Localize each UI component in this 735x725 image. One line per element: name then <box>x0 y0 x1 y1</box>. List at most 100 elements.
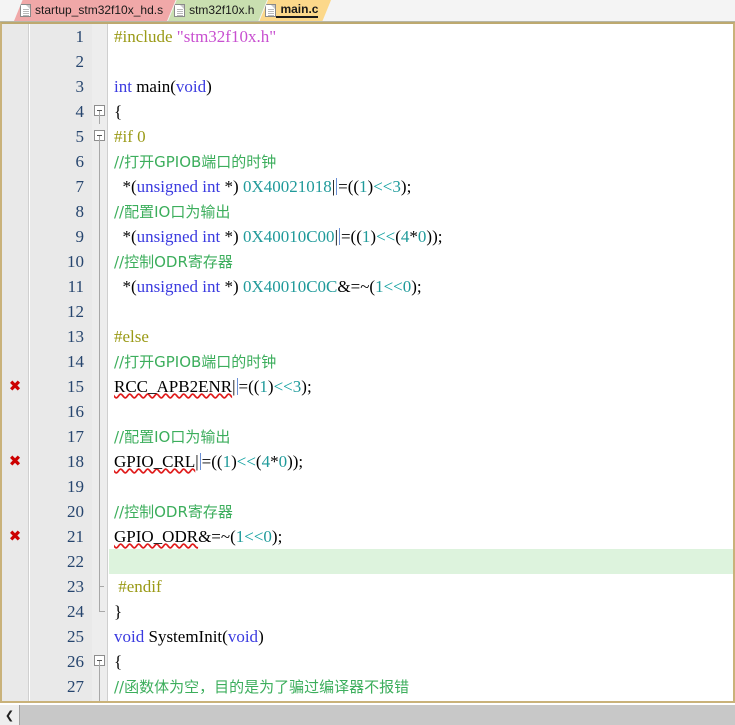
gutter-slot[interactable] <box>2 324 28 349</box>
gutter-slot[interactable] <box>2 699 28 701</box>
fold-slot[interactable] <box>92 474 107 499</box>
fold-slot[interactable] <box>92 299 107 324</box>
fold-line <box>99 324 100 349</box>
code-line[interactable]: } <box>109 599 733 624</box>
gutter-slot[interactable] <box>2 174 28 199</box>
editor-tab-label: startup_stm32f10x_hd.s <box>35 3 164 17</box>
gutter-slot[interactable] <box>2 399 28 424</box>
code-text-area[interactable]: #include "stm32f10x.h" int main(void) {#if… <box>109 24 733 701</box>
fold-slot[interactable] <box>92 199 107 224</box>
fold-slot[interactable] <box>92 174 107 199</box>
gutter-slot[interactable] <box>2 274 28 299</box>
gutter-slot[interactable] <box>2 649 28 674</box>
code-line[interactable]: #include "stm32f10x.h" <box>109 24 733 49</box>
gutter-slot[interactable] <box>2 424 28 449</box>
code-line[interactable]: *(unsigned int *) 0X40021018| =((1)<<3); <box>109 174 733 199</box>
fold-slot[interactable] <box>92 649 107 674</box>
code-line[interactable]: //配置IO口为输出 <box>109 424 733 449</box>
error-marker-gutter[interactable]: ✖ ✖ ✖ <box>2 24 29 701</box>
editor-tab-label: main.c <box>276 2 318 18</box>
code-line[interactable] <box>109 474 733 499</box>
fold-slot[interactable] <box>92 399 107 424</box>
code-line[interactable]: { <box>109 649 733 674</box>
code-line[interactable]: int main(void) <box>109 74 733 99</box>
scrollbar-track[interactable] <box>20 705 735 725</box>
code-line[interactable]: //打开GPIOB端口的时钟 <box>109 349 733 374</box>
horizontal-scrollbar[interactable]: ❮ <box>0 704 735 725</box>
fold-slot[interactable] <box>92 624 107 649</box>
fold-slot[interactable] <box>92 699 107 701</box>
code-line[interactable]: //配置IO口为输出 <box>109 199 733 224</box>
fold-slot[interactable] <box>92 124 107 149</box>
editor-tab-main-c[interactable]: main.c <box>259 0 331 21</box>
gutter-slot[interactable] <box>2 624 28 649</box>
code-line[interactable]: #else <box>109 324 733 349</box>
gutter-slot[interactable] <box>2 49 28 74</box>
gutter-slot[interactable] <box>2 349 28 374</box>
code-line[interactable]: RCC_APB2ENR| =((1)<<3); <box>109 374 733 399</box>
code-line[interactable]: GPIO_CRL| =((1)<<(4*0)); <box>109 449 733 474</box>
fold-slot[interactable] <box>92 674 107 699</box>
fold-slot[interactable] <box>92 549 107 574</box>
gutter-slot[interactable] <box>2 224 28 249</box>
code-token: ); <box>411 277 422 296</box>
error-marker-icon[interactable]: ✖ <box>2 524 28 549</box>
gutter-slot[interactable] <box>2 474 28 499</box>
gutter-slot[interactable] <box>2 499 28 524</box>
gutter-slot[interactable] <box>2 599 28 624</box>
gutter-slot[interactable] <box>2 199 28 224</box>
code-line[interactable]: #if 0 <box>109 124 733 149</box>
gutter-slot[interactable] <box>2 24 28 49</box>
code-line[interactable]: //函数体为空，目的是为了骗过编译器不报错 <box>109 674 733 699</box>
fold-slot[interactable] <box>92 249 107 274</box>
fold-slot[interactable] <box>92 424 107 449</box>
code-line[interactable]: #endif <box>109 574 733 599</box>
gutter-slot[interactable] <box>2 99 28 124</box>
code-line[interactable]: //控制ODR寄存器 <box>109 499 733 524</box>
code-line[interactable] <box>109 299 733 324</box>
fold-slot[interactable] <box>92 599 107 624</box>
editor-tab-stm32f10x-h[interactable]: stm32f10x.h <box>168 0 267 21</box>
code-line[interactable]: *(unsigned int *) 0X40010C00| =((1)<<(4*0… <box>109 224 733 249</box>
gutter-slot[interactable] <box>2 674 28 699</box>
line-number: 9 <box>75 227 85 246</box>
fold-slot[interactable] <box>92 524 107 549</box>
gutter-slot[interactable] <box>2 149 28 174</box>
error-marker-icon[interactable]: ✖ <box>2 374 28 399</box>
fold-slot[interactable] <box>92 574 107 599</box>
code-line[interactable]: { <box>109 99 733 124</box>
fold-slot[interactable] <box>92 374 107 399</box>
gutter-slot[interactable] <box>2 299 28 324</box>
gutter-slot[interactable] <box>2 574 28 599</box>
code-line[interactable] <box>109 49 733 74</box>
fold-slot[interactable] <box>92 99 107 124</box>
code-line-text: //配置IO口为输出 <box>109 199 230 225</box>
fold-slot[interactable] <box>92 349 107 374</box>
fold-slot[interactable] <box>92 224 107 249</box>
code-line[interactable]: *(unsigned int *) 0X40010C0C&=~(1<<0); <box>109 274 733 299</box>
code-line[interactable] <box>109 399 733 424</box>
gutter-slot[interactable] <box>2 74 28 99</box>
fold-slot[interactable] <box>92 324 107 349</box>
fold-slot[interactable] <box>92 49 107 74</box>
fold-slot[interactable] <box>92 499 107 524</box>
fold-slot[interactable] <box>92 74 107 99</box>
fold-slot[interactable] <box>92 149 107 174</box>
code-line-text: *(unsigned int *) 0X40010C00| =((1)<<(4*0… <box>109 224 443 249</box>
fold-slot[interactable] <box>92 24 107 49</box>
code-line[interactable]: } <box>109 699 733 701</box>
code-folding-gutter[interactable] <box>92 24 108 701</box>
fold-slot[interactable] <box>92 449 107 474</box>
editor-tab-startup-stm32f10x-hd-s[interactable]: startup_stm32f10x_hd.s <box>14 0 176 21</box>
scroll-left-arrow-icon[interactable]: ❮ <box>0 705 20 725</box>
fold-slot[interactable] <box>92 274 107 299</box>
code-line[interactable]: //控制ODR寄存器 <box>109 249 733 274</box>
gutter-slot[interactable] <box>2 249 28 274</box>
code-line[interactable]: GPIO_ODR&=~(1<<0); <box>109 524 733 549</box>
code-line[interactable] <box>109 549 733 574</box>
code-line[interactable]: //打开GPIOB端口的时钟 <box>109 149 733 174</box>
gutter-slot[interactable] <box>2 124 28 149</box>
code-line[interactable]: void SystemInit(void) <box>109 624 733 649</box>
gutter-slot[interactable] <box>2 549 28 574</box>
error-marker-icon[interactable]: ✖ <box>2 449 28 474</box>
